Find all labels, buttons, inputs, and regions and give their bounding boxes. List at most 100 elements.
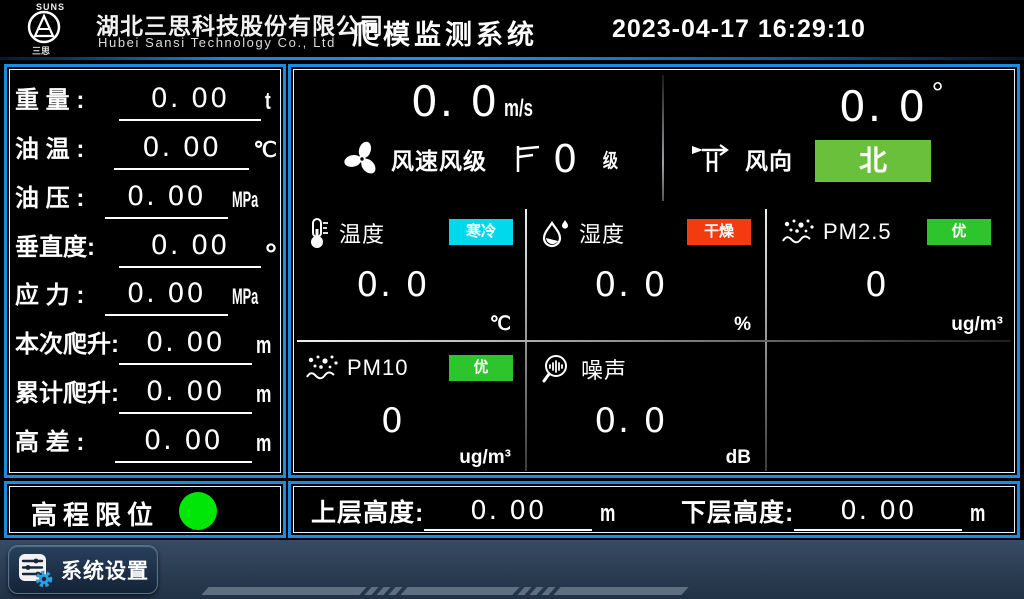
metric-label: 高 差 :: [15, 423, 115, 463]
upper-height-group: 上层高度: 0. 00 m: [311, 493, 622, 531]
metric-value: 0. 00: [115, 421, 252, 463]
wind-direction-row: 风向: [689, 140, 793, 178]
pm10-value: 0: [291, 401, 495, 441]
taskbar-decor-stripes: [205, 587, 685, 595]
metric-label: 重 量 :: [15, 81, 119, 121]
wind-vane-icon: [689, 140, 735, 178]
environment-panel: 0. 0 m/s 风速风级 0 级: [288, 64, 1020, 478]
pm25-label: PM2.5: [823, 219, 892, 245]
metric-row-weight: 重 量 : 0. 00 t: [15, 77, 277, 121]
metric-row-oil-pressure: 油 压 : 0. 00 MPa: [15, 175, 277, 219]
layer-heights-box: 上层高度: 0. 00 m 下层高度: 0. 00 m: [288, 481, 1020, 538]
metric-unit: m: [256, 376, 271, 414]
pm10-cell: PM10 优 0 ug/m³: [291, 343, 525, 473]
metric-row-total-climb: 累计爬升: 0. 00 m: [15, 370, 277, 414]
wind-speed-reading: 0. 0 m/s: [411, 77, 545, 126]
thermometer-icon: [305, 217, 331, 249]
metric-value: 0. 00: [119, 226, 261, 268]
metric-label: 本次爬升:: [15, 325, 119, 365]
wind-direction-value: 0. 0: [839, 82, 927, 131]
elevation-limit-box: 高程限位: [4, 481, 286, 538]
metric-unit: MPa: [232, 278, 258, 316]
metric-value: 0. 00: [119, 372, 252, 414]
system-settings-button[interactable]: 系统设置: [8, 545, 158, 594]
temperature-cell: 温度 寒冷 0. 0 ℃: [291, 207, 525, 340]
temperature-value: 0. 0: [291, 265, 495, 305]
logo-bottom-text: 三思: [32, 44, 50, 57]
temperature-unit: ℃: [490, 313, 511, 336]
company-logo: SUNS 三思: [24, 2, 94, 56]
settings-sliders-gear-icon: [17, 552, 53, 588]
wind-direction-badge: 北: [815, 140, 931, 182]
datetime-display: 2023-04-17 16:29:10: [612, 15, 866, 44]
metric-unit: MPa: [232, 181, 258, 219]
upper-height-label: 上层高度:: [311, 495, 424, 531]
pm25-value: 0: [767, 265, 987, 305]
metric-unit: t: [265, 83, 271, 121]
lower-height-label: 下层高度:: [681, 495, 794, 531]
company-name-en: Hubei Sansi Technology Co., Ltd: [98, 35, 336, 50]
particles-icon: [781, 217, 815, 247]
wind-speed-value: 0. 0: [411, 77, 499, 126]
metric-label: 油 压 :: [15, 179, 105, 219]
metric-unit: ℃: [253, 132, 277, 170]
fan-icon: [343, 140, 381, 178]
metric-label: 油 温 :: [15, 130, 114, 170]
metric-value: 0. 00: [114, 128, 249, 170]
grid-divider-h1: [297, 340, 1011, 342]
humidity-label: 湿度: [579, 217, 625, 249]
wind-section-divider: [662, 75, 664, 201]
metric-label: 累计爬升:: [15, 374, 119, 414]
metric-unit: °: [265, 242, 277, 268]
noise-value: 0. 0: [527, 401, 735, 441]
pm25-cell: PM2.5 优 0 ug/m³: [767, 207, 1017, 340]
wind-level-unit: 级: [603, 146, 618, 173]
metric-value: 0. 00: [105, 274, 228, 316]
metric-value: 0. 00: [105, 177, 228, 219]
pm25-unit: ug/m³: [951, 314, 1003, 336]
upper-height-value: 0. 00: [424, 493, 592, 531]
logo-circle-icon: [26, 9, 62, 45]
pm10-unit: ug/m³: [459, 447, 511, 469]
metric-unit: m: [256, 327, 271, 365]
elevation-limit-label: 高程限位: [31, 495, 159, 532]
temperature-label: 温度: [339, 217, 385, 249]
pm10-status-badge: 优: [449, 355, 513, 381]
noise-icon: [541, 353, 573, 385]
humidity-value: 0. 0: [527, 265, 735, 305]
pm10-label: PM10: [347, 355, 408, 381]
droplet-icon: [541, 217, 571, 249]
wind-speed-label: 风速风级: [391, 142, 487, 176]
noise-label: 噪声: [581, 353, 627, 385]
monitoring-dashboard: SUNS 三思 湖北三思科技股份有限公司 Hubei Sansi Technol…: [0, 0, 1024, 599]
wind-speed-unit: m/s: [504, 95, 533, 123]
humidity-unit: %: [734, 314, 751, 336]
wind-direction-label: 风向: [745, 142, 793, 176]
metric-unit: m: [256, 425, 271, 463]
metric-row-height-diff: 高 差 : 0. 00 m: [15, 419, 277, 463]
wind-level-row: 风速风级 0 级: [343, 137, 620, 181]
page-title: 爬模监测系统: [352, 13, 538, 52]
metrics-panel: 重 量 : 0. 00 t 油 温 : 0. 00 ℃ 油 压 : 0. 00 …: [4, 64, 286, 478]
wind-level-icon: [513, 142, 543, 176]
metric-row-verticality: 垂直度: 0. 00 °: [15, 224, 277, 268]
wind-direction-reading: 0. 0 °: [839, 77, 944, 131]
wind-direction-unit: °: [932, 77, 944, 110]
settings-button-label: 系统设置: [61, 555, 149, 585]
header-bar: SUNS 三思 湖北三思科技股份有限公司 Hubei Sansi Technol…: [0, 0, 1024, 57]
metric-value: 0. 00: [119, 79, 261, 121]
particles-icon: [305, 353, 339, 383]
noise-cell: 噪声 0. 0 dB: [527, 343, 765, 473]
taskbar: 系统设置: [0, 540, 1024, 599]
lower-height-value: 0. 00: [794, 493, 962, 531]
noise-unit: dB: [726, 447, 751, 469]
wind-level-value: 0: [553, 137, 577, 181]
lower-height-unit: m: [970, 497, 985, 531]
metric-value: 0. 00: [119, 323, 252, 365]
upper-height-unit: m: [600, 497, 615, 531]
pm25-status-badge: 优: [927, 219, 991, 245]
humidity-status-badge: 干燥: [687, 219, 751, 245]
elevation-limit-indicator: [179, 492, 217, 530]
temperature-status-badge: 寒冷: [449, 219, 513, 245]
metric-row-oil-temp: 油 温 : 0. 00 ℃: [15, 126, 277, 170]
